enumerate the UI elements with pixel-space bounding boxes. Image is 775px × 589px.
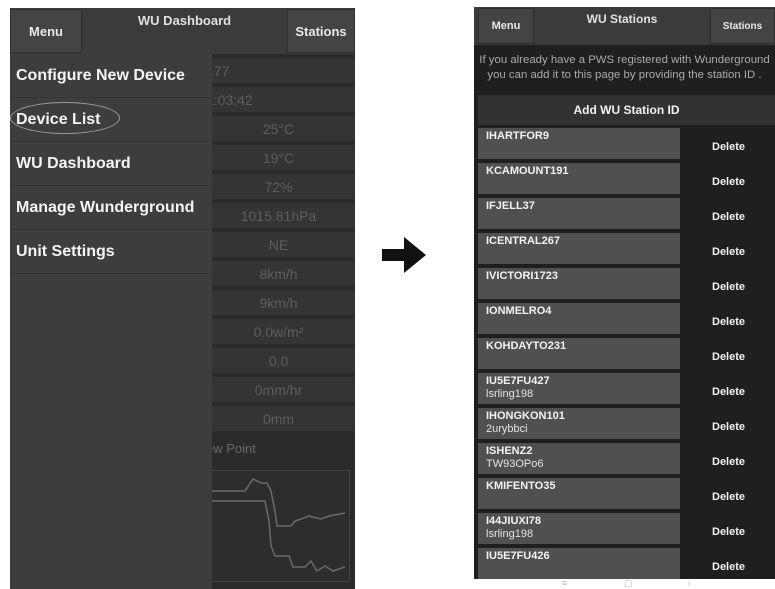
info-line-2: you can add it to this page by providing… [487, 69, 762, 81]
delete-button[interactable]: Delete [712, 246, 745, 258]
delete-button[interactable]: Delete [712, 176, 745, 188]
station-id: IHARTFOR9 [486, 130, 549, 142]
navigation-drawer: Configure New Device Device List WU Dashbo… [10, 54, 212, 589]
station-id: IU5E7FU426 [486, 550, 550, 562]
dashboard-value: 1015.81hPa [202, 203, 355, 228]
station-row: I44JIUXI78 lsrling198 Delete [474, 512, 775, 547]
station-id: KCAMOUNT191 [486, 165, 569, 177]
left-phone-screen: Menu WU Dashboard Stations 177 1:03:42 25°… [10, 8, 355, 589]
menu-icon[interactable]: ≡ [562, 579, 567, 588]
left-top-bar: Menu WU Dashboard Stations [10, 8, 355, 54]
station-row: KCAMOUNT191 Delete [474, 162, 775, 197]
dashboard-value: 72% [202, 174, 355, 199]
dewpoint-chart [204, 470, 350, 582]
chart-label: ew Point [206, 441, 256, 456]
station-key: lsrling198 [486, 388, 534, 400]
dashboard-value: 177 [202, 58, 355, 83]
right-phone-screen: Menu WU Stations Stations If you already… [474, 7, 775, 589]
delete-button[interactable]: Delete [712, 316, 745, 328]
delete-button[interactable]: Delete [712, 386, 745, 398]
drawer-item-configure-new-device[interactable]: Configure New Device [10, 54, 212, 98]
dashboard-value: 0.0w/m² [202, 319, 355, 344]
station-id: ICENTRAL267 [486, 235, 560, 247]
station-id: ISHENZ2 [486, 445, 533, 457]
station-key: TW93OPo6 [486, 458, 544, 470]
station-id: IVICTORI1723 [486, 270, 558, 282]
station-row: IU5E7FU427 lsrling198 Delete [474, 372, 775, 407]
station-id: IU5E7FU427 [486, 375, 550, 387]
page-title: WU Dashboard [137, 13, 232, 28]
delete-button[interactable]: Delete [712, 351, 745, 363]
right-arrow-icon [380, 235, 430, 275]
drawer-item-wu-dashboard[interactable]: WU Dashboard [10, 142, 212, 186]
station-id: I44JIUXI78 [486, 515, 542, 527]
dashboard-value: 8km/h [202, 261, 355, 286]
delete-button[interactable]: Delete [712, 526, 745, 538]
delete-button[interactable]: Delete [712, 421, 745, 433]
stations-button[interactable]: Stations [287, 9, 355, 53]
highlight-circle [10, 102, 120, 134]
back-icon[interactable]: ‹ [688, 579, 691, 588]
station-row: IONMELRO4 Delete [474, 302, 775, 337]
station-id: IHONGKON101 [486, 410, 565, 422]
delete-button[interactable]: Delete [712, 141, 745, 153]
station-id: IONMELRO4 [486, 305, 552, 317]
delete-button[interactable]: Delete [712, 561, 745, 573]
home-icon[interactable]: ▢ [624, 579, 633, 588]
delete-button[interactable]: Delete [712, 456, 745, 468]
dashboard-values: 177 1:03:42 25°C 19°C 72% 1015.81hPa NE 8km/h 9k… [202, 58, 355, 435]
dashboard-value: 25°C [202, 116, 355, 141]
station-row: KMIFENTO35 Delete [474, 477, 775, 512]
menu-button[interactable]: Menu [478, 8, 534, 44]
menu-button[interactable]: Menu [10, 9, 82, 53]
system-nav-bar: ≡ ▢ ‹ [474, 579, 775, 589]
station-id: KOHDAYTO231 [486, 340, 567, 352]
delete-button[interactable]: Delete [712, 211, 745, 223]
delete-button[interactable]: Delete [712, 491, 745, 503]
station-row: IHARTFOR9 Delete [474, 127, 775, 162]
dashboard-value: 0.0 [202, 348, 355, 373]
dashboard-value: 0mm [202, 406, 355, 431]
stations-button[interactable]: Stations [710, 8, 775, 44]
station-row: IVICTORI1723 Delete [474, 267, 775, 302]
dashboard-value: NE [202, 232, 355, 257]
station-row: IU5E7FU426 Delete [474, 547, 775, 582]
drawer-item-manage-wunderground[interactable]: Manage Wunderground [10, 186, 212, 230]
delete-button[interactable]: Delete [712, 281, 745, 293]
station-row: KOHDAYTO231 Delete [474, 337, 775, 372]
add-station-button[interactable]: Add WU Station ID [478, 95, 775, 125]
station-list: IHARTFOR9 Delete KCAMOUNT191 Delete IFJELL37… [474, 127, 775, 582]
info-text: If you already have a PWS registered wit… [474, 53, 775, 83]
dashboard-value: 9km/h [202, 290, 355, 315]
station-key: 2urybbci [486, 423, 528, 435]
dashboard-value: 0mm/hr [202, 377, 355, 402]
station-key: lsrling198 [486, 528, 534, 540]
station-row: IFJELL37 Delete [474, 197, 775, 232]
page-title: WU Stations [586, 12, 658, 26]
dashboard-value: 1:03:42 [202, 87, 355, 112]
station-id: IFJELL37 [486, 200, 535, 212]
station-row: ICENTRAL267 Delete [474, 232, 775, 267]
dashboard-value: 19°C [202, 145, 355, 170]
station-row: IHONGKON101 2urybbci Delete [474, 407, 775, 442]
info-line-1: If you already have a PWS registered wit… [479, 54, 770, 66]
right-top-bar: Menu WU Stations Stations [474, 7, 775, 45]
drawer-item-unit-settings[interactable]: Unit Settings [10, 230, 212, 274]
station-row: ISHENZ2 TW93OPo6 Delete [474, 442, 775, 477]
station-id: KMIFENTO35 [486, 480, 556, 492]
